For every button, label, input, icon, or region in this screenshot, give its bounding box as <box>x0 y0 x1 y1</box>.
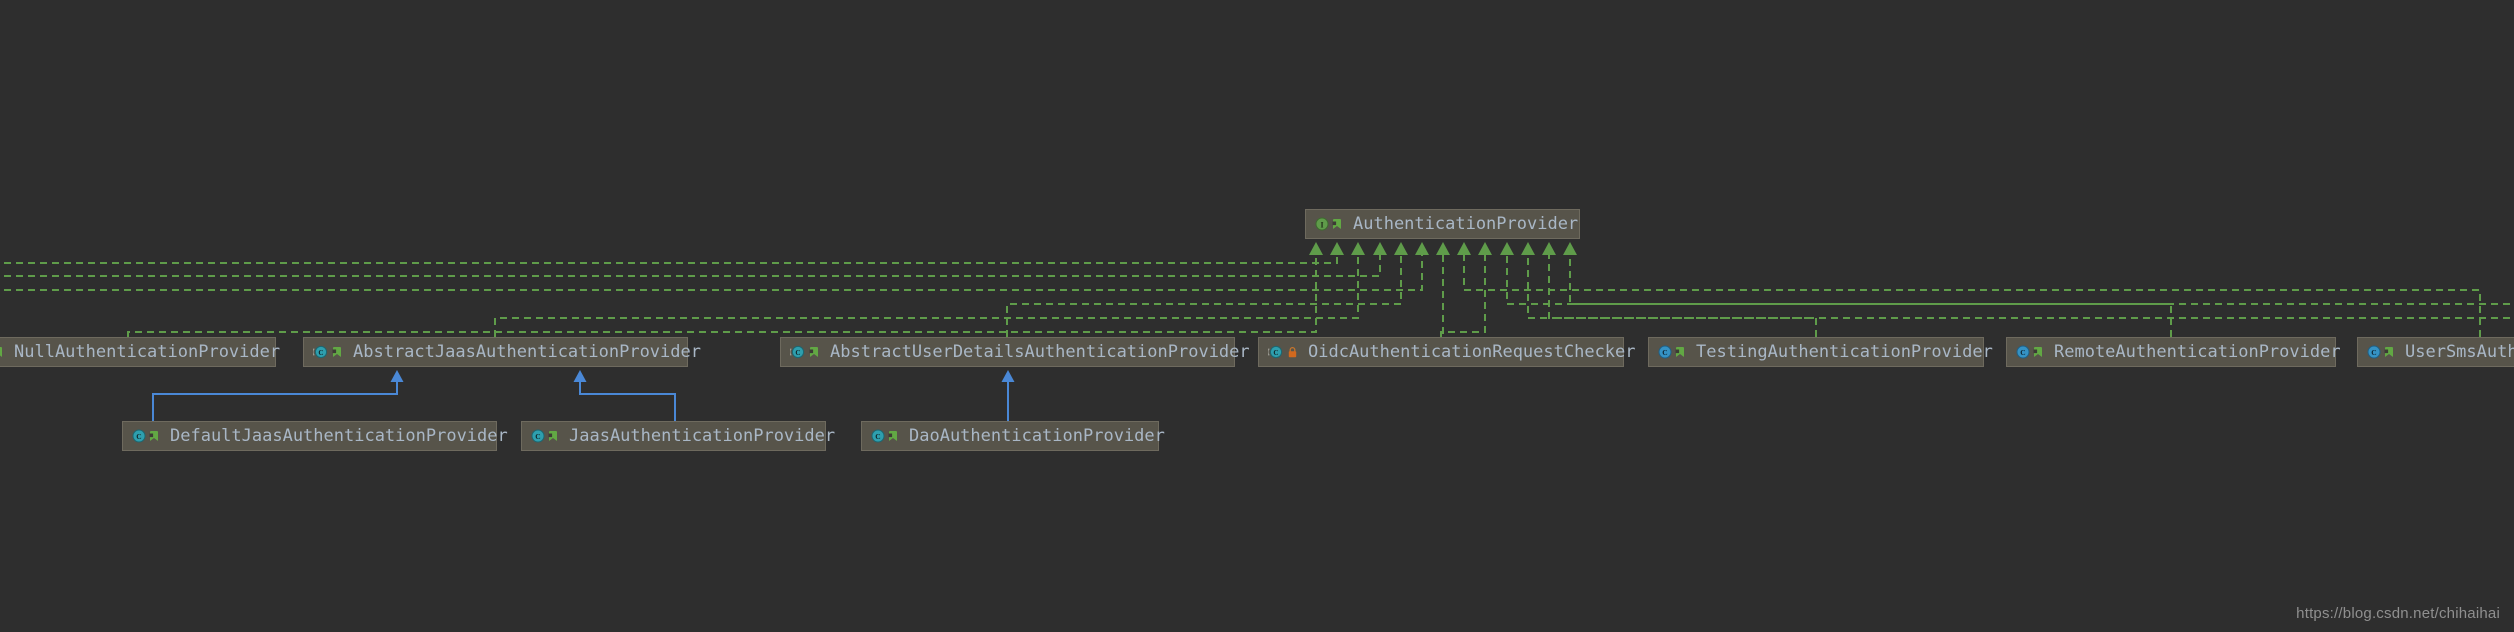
svg-text:C: C <box>875 432 880 441</box>
node-user-sms-authentication-provider[interactable]: C UserSmsAuthe <box>2357 337 2514 367</box>
class-icon: C <box>1658 345 1672 359</box>
svg-text:C: C <box>2371 348 2376 357</box>
node-label: AbstractUserDetailsAuthenticationProvide… <box>830 344 1250 361</box>
interface-icon: I <box>1315 217 1329 231</box>
svg-text:C: C <box>535 432 540 441</box>
abstract-class-icon: C <box>313 345 329 359</box>
svg-text:C: C <box>1662 348 1667 357</box>
svg-text:C: C <box>1273 349 1278 357</box>
class-icon: C <box>2016 345 2030 359</box>
node-authentication-provider[interactable]: I AuthenticationProvider <box>1305 209 1580 239</box>
abstract-class-icon: C <box>790 345 806 359</box>
class-icon: C <box>531 429 545 443</box>
diagram-canvas: I AuthenticationProvider C NullAuth <box>0 0 2514 632</box>
node-null-authentication-provider[interactable]: C NullAuthenticationProvider <box>0 337 276 367</box>
node-label: DefaultJaasAuthenticationProvider <box>170 428 508 445</box>
bookmark-green-icon <box>548 430 559 442</box>
node-jaas-authentication-provider[interactable]: C JaasAuthenticationProvider <box>521 421 826 451</box>
node-label: UserSmsAuthe <box>2405 344 2514 361</box>
node-label: OidcAuthenticationRequestChecker <box>1308 344 1636 361</box>
class-icon: C <box>132 429 146 443</box>
lock-orange-icon <box>1287 346 1298 358</box>
bookmark-green-icon <box>2384 346 2395 358</box>
node-remote-authentication-provider[interactable]: C RemoteAuthenticationProvider <box>2006 337 2336 367</box>
node-abstract-user-details-authentication-provider[interactable]: C AbstractUserDetailsAuthenticationProvi… <box>780 337 1235 367</box>
node-dao-authentication-provider[interactable]: C DaoAuthenticationProvider <box>861 421 1159 451</box>
node-label: JaasAuthenticationProvider <box>569 428 835 445</box>
connector-layer <box>0 0 2514 632</box>
bookmark-green-icon <box>149 430 160 442</box>
class-icon: C <box>871 429 885 443</box>
bookmark-green-icon <box>2033 346 2044 358</box>
svg-text:I: I <box>1320 220 1323 229</box>
node-label: NullAuthenticationProvider <box>14 344 280 361</box>
bookmark-green-icon <box>888 430 899 442</box>
bookmark-green-icon <box>1675 346 1686 358</box>
svg-text:C: C <box>795 349 800 357</box>
bookmark-green-icon <box>809 346 820 358</box>
bookmark-green-icon <box>0 346 4 358</box>
node-testing-authentication-provider[interactable]: C TestingAuthenticationProvider <box>1648 337 1984 367</box>
node-label: TestingAuthenticationProvider <box>1696 344 1993 361</box>
node-label: DaoAuthenticationProvider <box>909 428 1165 445</box>
node-oidc-authentication-request-checker[interactable]: C OidcAuthenticationRequestChecker <box>1258 337 1624 367</box>
node-label: AbstractJaasAuthenticationProvider <box>353 344 701 361</box>
abstract-class-icon: C <box>1268 345 1284 359</box>
bookmark-green-icon <box>1332 218 1343 230</box>
watermark-text: https://blog.csdn.net/chihaihai <box>2296 605 2500 622</box>
node-label: RemoteAuthenticationProvider <box>2054 344 2341 361</box>
node-abstract-jaas-authentication-provider[interactable]: C AbstractJaasAuthenticationProvider <box>303 337 688 367</box>
svg-text:C: C <box>318 349 323 357</box>
bookmark-green-icon <box>332 346 343 358</box>
class-icon: C <box>2367 345 2381 359</box>
node-default-jaas-authentication-provider[interactable]: C DefaultJaasAuthenticationProvider <box>122 421 497 451</box>
svg-text:C: C <box>136 432 141 441</box>
node-label: AuthenticationProvider <box>1353 216 1578 233</box>
svg-text:C: C <box>2020 348 2025 357</box>
